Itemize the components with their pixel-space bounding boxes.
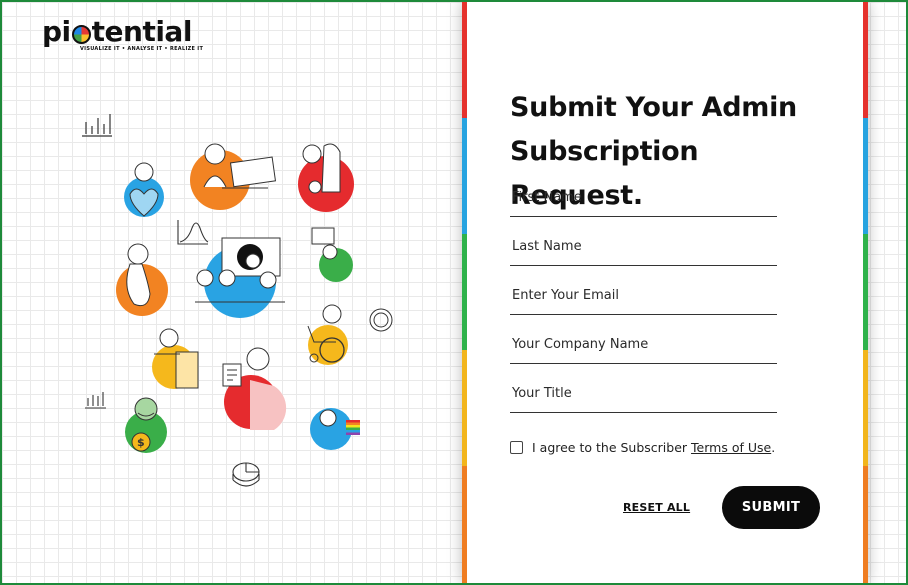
brand-name-left: pi <box>42 15 71 48</box>
terms-agree-suffix: . <box>771 440 776 455</box>
bell-curve-icon <box>177 220 209 245</box>
form-title-line-1: Submit Your Admin <box>510 92 797 124</box>
laptop-person <box>190 143 277 210</box>
document-person <box>222 347 287 430</box>
brand-name-right: tential <box>91 15 193 48</box>
pride-flag-icon <box>346 420 360 435</box>
brand-wordmark: pi tential <box>42 16 203 48</box>
donut-chart-icon <box>369 308 393 332</box>
terms-of-use-link[interactable]: Terms of Use <box>691 440 771 455</box>
dollar-bag-icon: $ <box>131 432 151 452</box>
submit-button[interactable]: SUBMIT <box>722 486 820 529</box>
title-field[interactable] <box>510 380 777 413</box>
brand-tagline: VISUALIZE IT • ANALYSE IT • REALIZE IT <box>80 46 204 52</box>
desk-person <box>152 328 199 389</box>
first-name-field[interactable] <box>510 184 777 217</box>
terms-agreement: I agree to the Subscriber Terms of Use. <box>510 440 775 455</box>
brand-color-wheel-icon <box>71 24 91 44</box>
turban-person: $ <box>125 397 167 453</box>
presentation-group <box>195 237 285 318</box>
bar-chart-icon <box>82 114 112 137</box>
reset-all-button[interactable]: RESET ALL <box>623 501 690 514</box>
hijab-person <box>298 143 354 212</box>
brand-logo[interactable]: pi tential VISUALIZE IT • ANALYSE IT • R… <box>42 16 204 53</box>
flag-person <box>310 408 360 450</box>
pie-chart-icon <box>232 462 260 487</box>
pregnant-person <box>116 243 168 316</box>
terms-agree-text: I agree to the Subscriber <box>532 440 688 455</box>
people-illustration: $ <box>82 114 393 487</box>
page-frame: pi tential VISUALIZE IT • ANALYSE IT • R… <box>0 0 908 585</box>
terms-checkbox[interactable] <box>510 441 523 454</box>
mini-bar-chart-icon <box>85 392 106 409</box>
company-name-field[interactable] <box>510 331 777 364</box>
email-field[interactable] <box>510 282 777 315</box>
left-color-stripe <box>462 2 467 583</box>
heart-person <box>124 162 164 217</box>
wheelchair-person <box>307 304 348 365</box>
right-color-stripe <box>863 2 868 583</box>
sign-person <box>311 227 353 282</box>
subscription-form-panel: Submit Your Admin Subscription Request. … <box>462 2 868 583</box>
svg-text:$: $ <box>137 436 145 449</box>
last-name-field[interactable] <box>510 233 777 266</box>
